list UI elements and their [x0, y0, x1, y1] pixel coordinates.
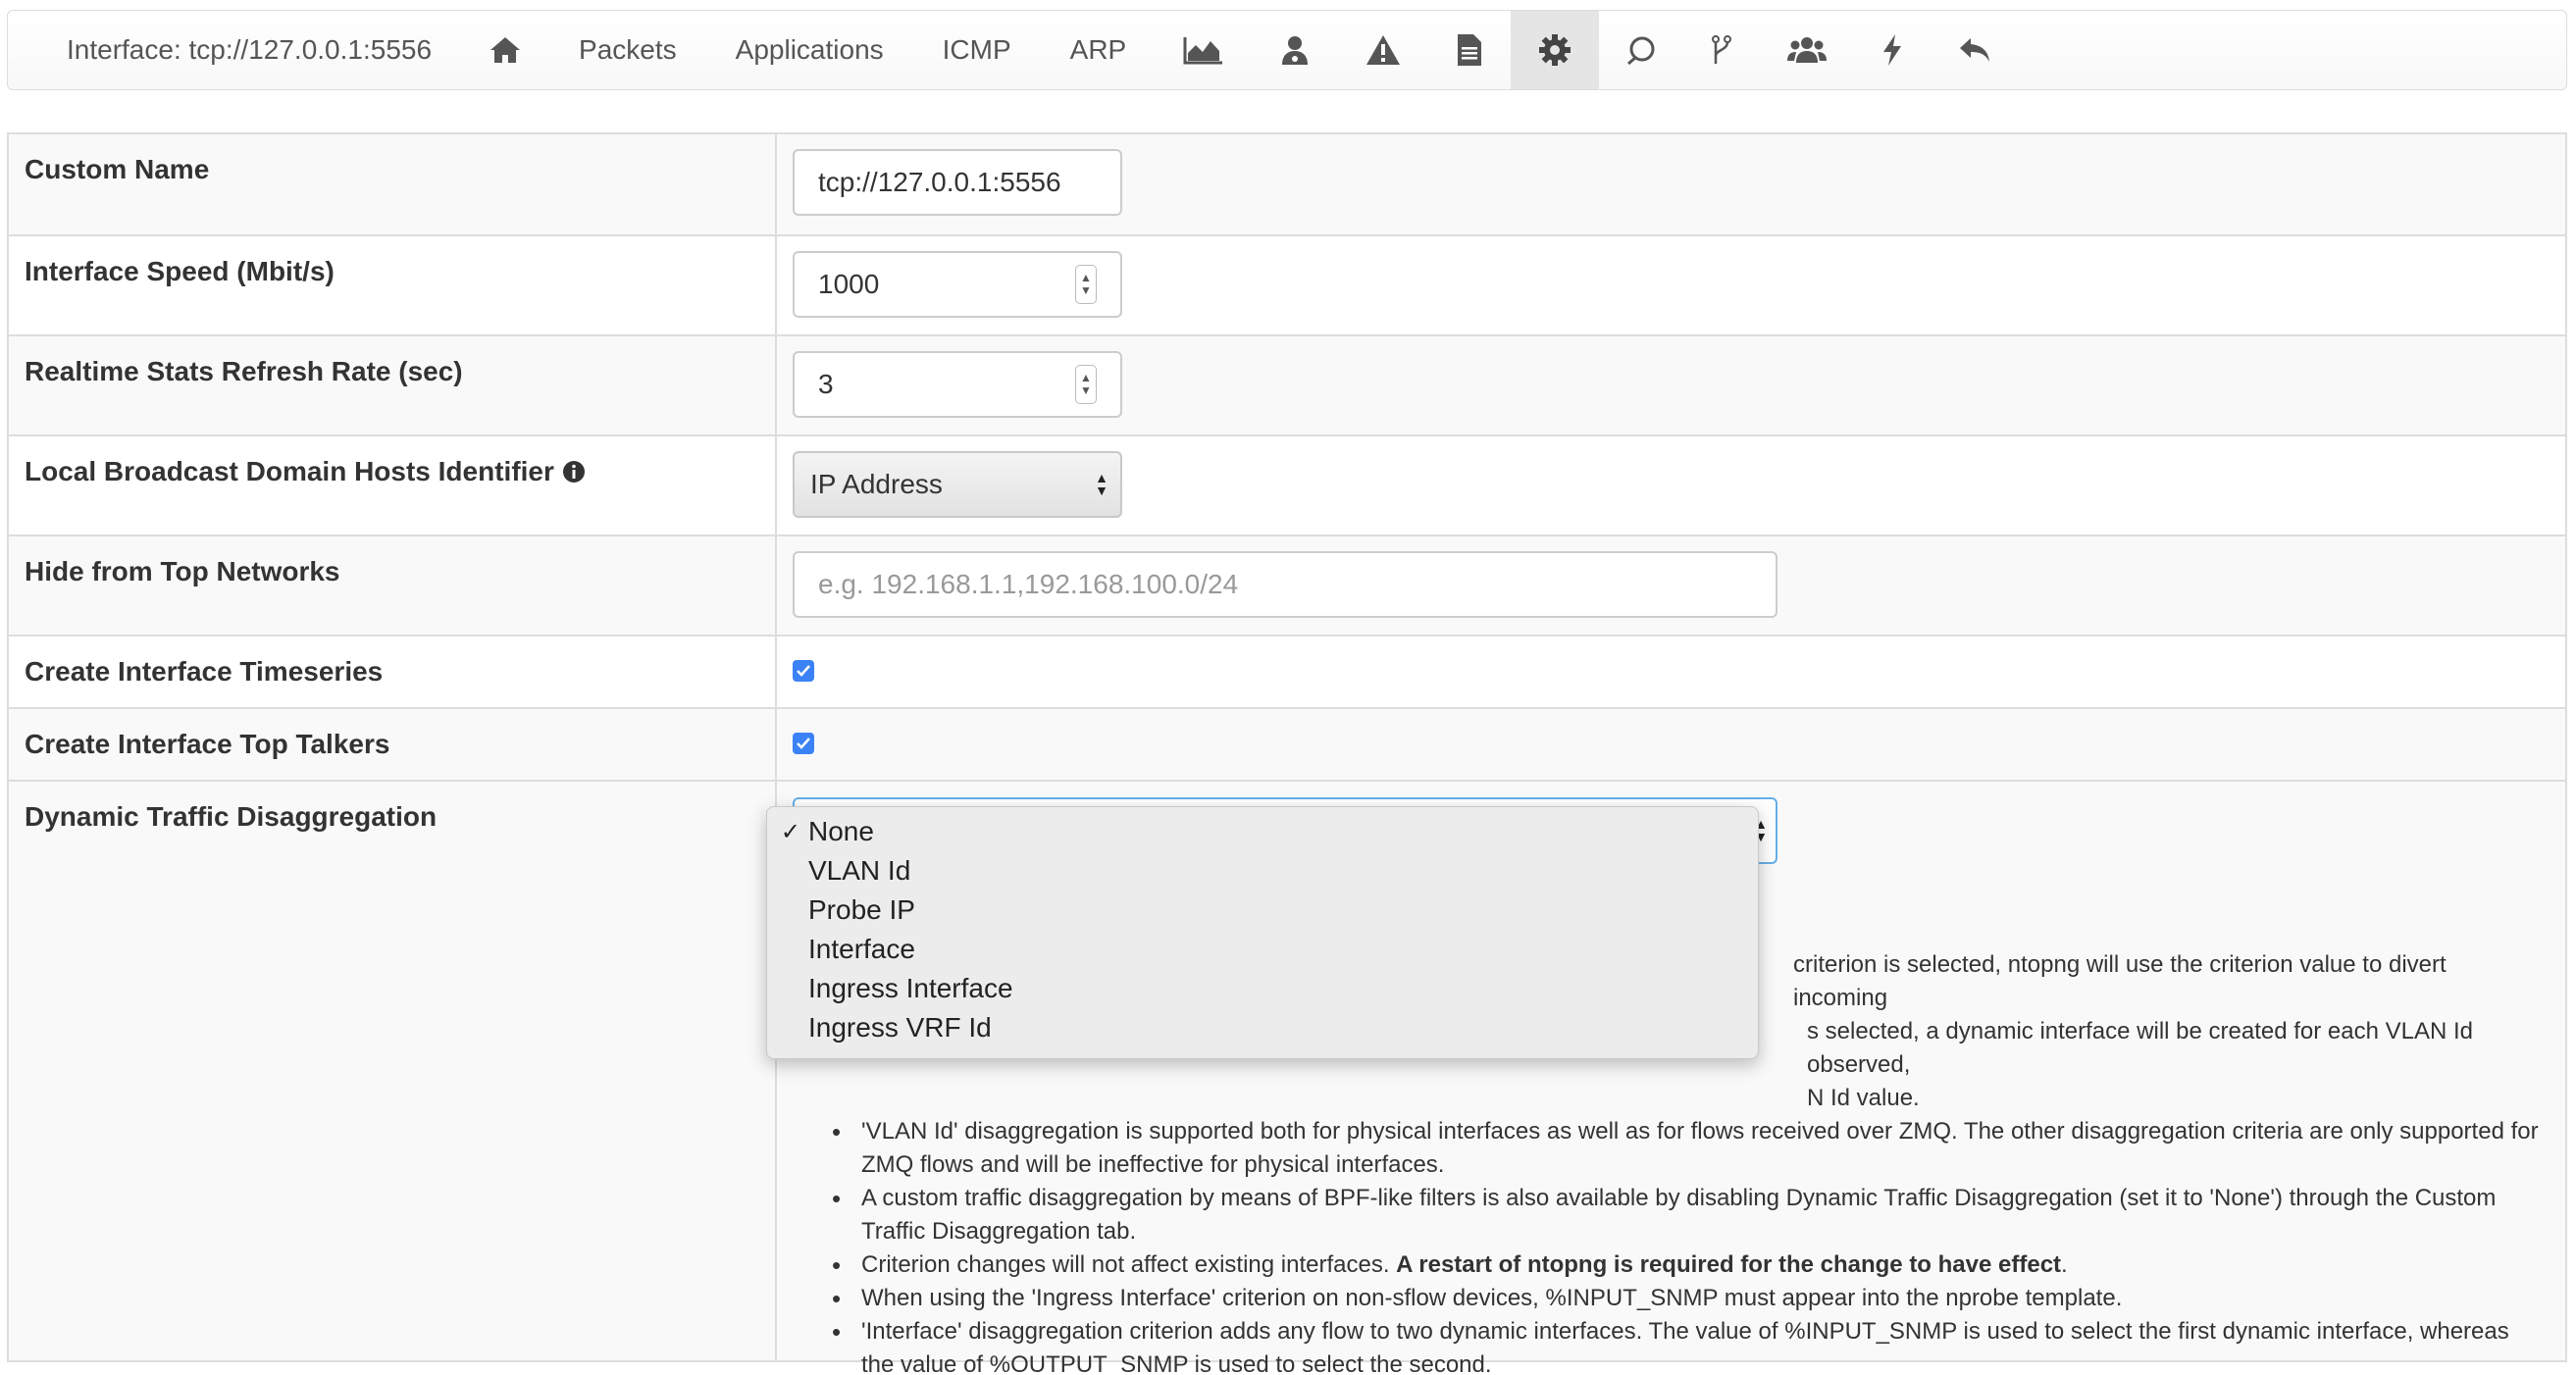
interface-speed-input[interactable]: 1000 ▲ ▼	[793, 251, 1122, 318]
create-top-talkers-checkbox[interactable]	[793, 733, 814, 754]
help-list: 'VLAN Id' disaggregation is supported bo…	[793, 1115, 2539, 1375]
top-navbar: Interface: tcp://127.0.0.1:5556 Packets …	[7, 10, 2567, 90]
bolt-icon	[1883, 34, 1902, 66]
home-nav[interactable]	[461, 11, 549, 89]
home-icon	[490, 37, 521, 63]
file-icon	[1458, 34, 1482, 66]
broadcast-identifier-select[interactable]: IP Address ▲ ▼	[793, 451, 1122, 518]
table-row: Hide from Top Networks	[9, 535, 2565, 635]
custom-name-input[interactable]	[793, 149, 1122, 216]
refresh-rate-label: Realtime Stats Refresh Rate (sec)	[9, 336, 777, 434]
power-nav[interactable]	[1854, 11, 1931, 89]
broadcast-identifier-label: Local Broadcast Domain Hosts Identifier	[25, 456, 554, 486]
hide-top-networks-input[interactable]	[793, 551, 1777, 618]
warning-icon	[1366, 35, 1401, 65]
dropdown-option-ingress-vrf-id[interactable]: Ingress VRF Id	[767, 1008, 1758, 1047]
pools-nav[interactable]	[1760, 11, 1854, 89]
disaggregation-dropdown-menu: ✓ None VLAN Id Probe IP Interface Ingress…	[766, 806, 1759, 1059]
dropdown-option-interface[interactable]: Interface	[767, 930, 1758, 969]
interface-title: Interface: tcp://127.0.0.1:5556	[67, 34, 433, 65]
table-row: Realtime Stats Refresh Rate (sec) 3 ▲ ▼	[9, 334, 2565, 434]
check-icon	[797, 665, 810, 677]
interface-speed-label: Interface Speed (Mbit/s)	[9, 236, 777, 334]
create-top-talkers-label: Create Interface Top Talkers	[9, 709, 777, 780]
list-item: A custom traffic disaggregation by means…	[832, 1182, 2539, 1248]
restart-note: Criterion changes will not affect existi…	[861, 1251, 1397, 1278]
dropdown-option-probe-ip[interactable]: Probe IP	[767, 891, 1758, 930]
dropdown-option-ingress-interface[interactable]: Ingress Interface	[767, 969, 1758, 1008]
select-arrows-icon: ▲ ▼	[1095, 470, 1108, 498]
number-spinner[interactable]: ▲ ▼	[1075, 365, 1097, 404]
list-item: 'VLAN Id' disaggregation is supported bo…	[832, 1115, 2539, 1182]
info-icon[interactable]	[562, 460, 586, 484]
custom-name-label: Custom Name	[9, 134, 777, 234]
check-icon	[797, 738, 810, 749]
restart-note-end: .	[2061, 1251, 2068, 1278]
list-item: When using the 'Ingress Interface' crite…	[832, 1282, 2539, 1315]
disaggregation-label: Dynamic Traffic Disaggregation	[9, 782, 777, 1360]
charts-nav[interactable]	[1156, 11, 1252, 89]
reply-icon	[1960, 38, 1990, 62]
table-row: Create Interface Top Talkers	[9, 707, 2565, 780]
hosts-nav[interactable]	[1252, 11, 1338, 89]
create-timeseries-label: Create Interface Timeseries	[9, 637, 777, 707]
refresh-rate-input[interactable]: 3 ▲ ▼	[793, 351, 1122, 418]
area-chart-icon	[1183, 37, 1223, 65]
checkmark-icon: ✓	[780, 818, 800, 845]
table-row: Interface Speed (Mbit/s) 1000 ▲ ▼	[9, 234, 2565, 334]
help-line: N Id value.	[1807, 1085, 1920, 1111]
packets-tab[interactable]: Packets	[549, 11, 706, 89]
alerts-nav[interactable]	[1338, 11, 1428, 89]
list-item: Criterion changes will not affect existi…	[832, 1248, 2539, 1282]
interface-speed-value: 1000	[818, 269, 880, 299]
refresh-nav[interactable]	[1599, 11, 1683, 89]
dropdown-option-vlan-id[interactable]: VLAN Id	[767, 851, 1758, 891]
broadcast-identifier-value: IP Address	[810, 469, 943, 499]
table-row: Create Interface Timeseries	[9, 635, 2565, 707]
back-nav[interactable]	[1931, 11, 2019, 89]
branch-nav[interactable]	[1683, 11, 1760, 89]
hide-top-networks-label: Hide from Top Networks	[9, 536, 777, 635]
code-fork-icon	[1712, 35, 1732, 64]
interface-settings-table: Custom Name Interface Speed (Mbit/s) 100…	[7, 132, 2567, 1375]
user-secret-icon	[1282, 36, 1309, 65]
refresh-rate-value: 3	[818, 369, 834, 399]
create-timeseries-checkbox[interactable]	[793, 660, 814, 682]
table-row: Local Broadcast Domain Hosts Identifier …	[9, 434, 2565, 535]
arp-tab[interactable]: ARP	[1041, 11, 1157, 89]
dropdown-option-none[interactable]: ✓ None	[767, 812, 1758, 851]
gear-icon	[1539, 34, 1571, 66]
applications-tab[interactable]: Applications	[706, 11, 913, 89]
reports-nav[interactable]	[1428, 11, 1511, 89]
icmp-tab[interactable]: ICMP	[913, 11, 1041, 89]
circle-arrow-icon	[1627, 36, 1655, 66]
table-row: Custom Name	[9, 134, 2565, 234]
restart-note-bold: A restart of ntopng is required for the …	[1396, 1251, 2062, 1278]
number-spinner[interactable]: ▲ ▼	[1075, 265, 1097, 304]
list-item: 'Interface' disaggregation criterion add…	[832, 1315, 2539, 1375]
settings-nav[interactable]	[1511, 11, 1600, 89]
users-icon	[1787, 37, 1828, 63]
